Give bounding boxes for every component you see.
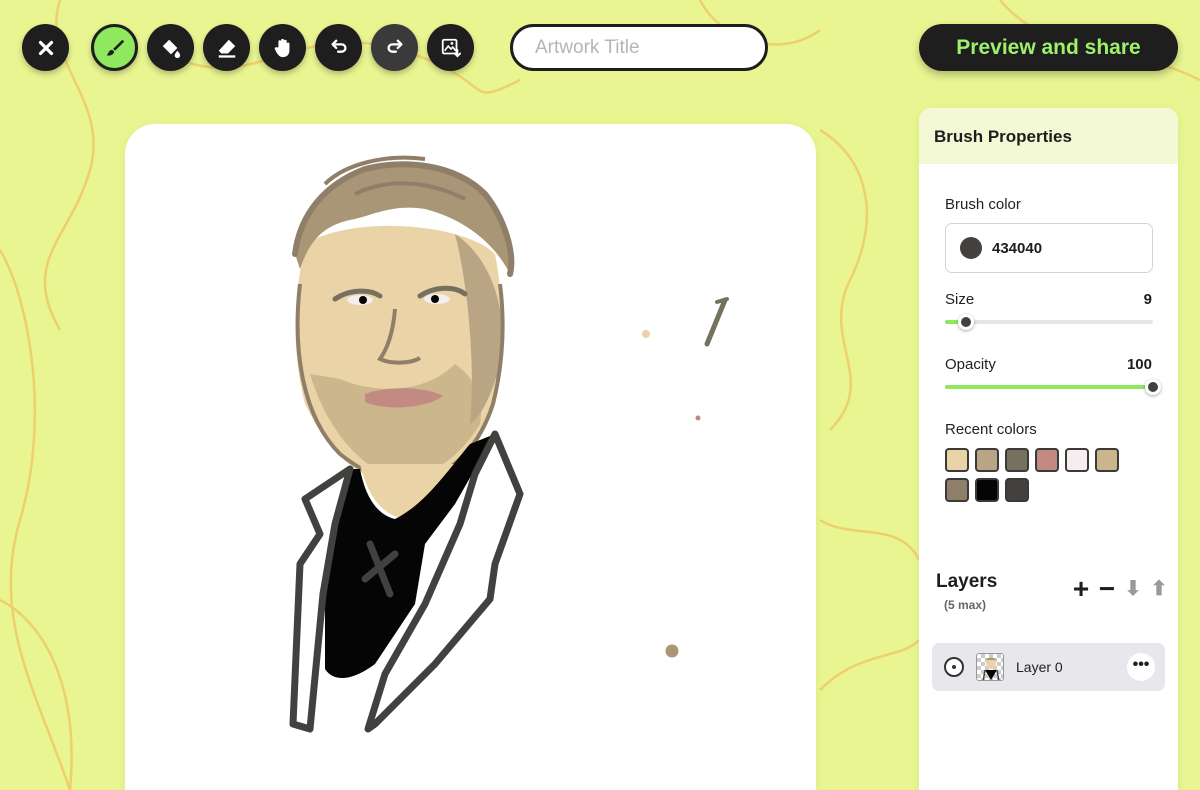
layer-more-button[interactable]: •••: [1127, 653, 1155, 681]
opacity-value: 100: [1126, 356, 1152, 373]
fill-icon: [162, 39, 180, 58]
recent-colors: [945, 448, 1135, 502]
layer-actions: + − ⬇ ⬆: [1072, 575, 1168, 603]
layer-visibility-toggle[interactable]: [944, 657, 964, 677]
eraser-icon: [218, 39, 235, 58]
recent-color-swatch[interactable]: [1035, 448, 1059, 472]
recent-color-swatch[interactable]: [945, 448, 969, 472]
recent-color-swatch[interactable]: [1095, 448, 1119, 472]
opacity-slider-fill: [945, 385, 1153, 389]
fill-tool-button[interactable]: [147, 24, 194, 71]
brush-icon: [106, 39, 124, 56]
recent-color-swatch[interactable]: [975, 478, 999, 502]
size-value: 9: [1143, 291, 1152, 308]
opacity-slider-knob[interactable]: [1145, 379, 1161, 395]
recent-color-swatch[interactable]: [1005, 478, 1029, 502]
artwork-drawing: [289, 155, 729, 733]
move-layer-up-button[interactable]: ⬆: [1150, 578, 1168, 600]
opacity-slider[interactable]: [945, 379, 1161, 395]
layer-thumbnail: [976, 653, 1004, 681]
recent-color-swatch[interactable]: [1005, 448, 1029, 472]
size-slider[interactable]: [945, 314, 1153, 330]
size-label: Size: [945, 291, 975, 308]
pan-tool-button[interactable]: [259, 24, 306, 71]
add-image-icon: [441, 38, 461, 58]
brush-color-hex: 434040: [992, 239, 1043, 257]
panel-title: Brush Properties: [919, 108, 1178, 164]
close-icon: [38, 40, 53, 55]
recent-color-swatch[interactable]: [975, 448, 999, 472]
hand-icon: [274, 38, 289, 57]
move-layer-down-button[interactable]: ⬇: [1124, 578, 1142, 600]
layer-item[interactable]: Layer 0 •••: [932, 643, 1165, 691]
recent-color-swatch[interactable]: [1065, 448, 1089, 472]
artwork-title-input[interactable]: [510, 24, 768, 71]
brush-tool-button[interactable]: [91, 24, 138, 71]
brush-properties-panel: Brush Properties Brush color 434040 Size…: [919, 108, 1178, 790]
recent-color-swatch[interactable]: [945, 478, 969, 502]
layers-title: Layers: [936, 571, 998, 592]
layers-limit: (5 max): [944, 598, 987, 612]
remove-layer-button[interactable]: −: [1098, 575, 1116, 603]
add-image-button[interactable]: [427, 24, 474, 71]
undo-icon: [330, 39, 347, 53]
drawing-canvas[interactable]: [125, 124, 816, 790]
brush-color-label: Brush color: [945, 196, 1021, 213]
close-button[interactable]: [22, 24, 69, 71]
add-layer-button[interactable]: +: [1072, 575, 1090, 603]
recent-colors-label: Recent colors: [945, 421, 1037, 438]
redo-icon: [386, 39, 403, 53]
layer-name: Layer 0: [1016, 659, 1063, 675]
preview-and-share-button[interactable]: Preview and share: [919, 24, 1178, 71]
brush-color-picker[interactable]: 434040: [945, 223, 1153, 273]
size-slider-knob[interactable]: [957, 314, 974, 330]
brush-color-swatch: [960, 237, 982, 259]
opacity-label: Opacity: [945, 356, 996, 373]
undo-button[interactable]: [315, 24, 362, 71]
eraser-tool-button[interactable]: [203, 24, 250, 71]
redo-button[interactable]: [371, 24, 418, 71]
